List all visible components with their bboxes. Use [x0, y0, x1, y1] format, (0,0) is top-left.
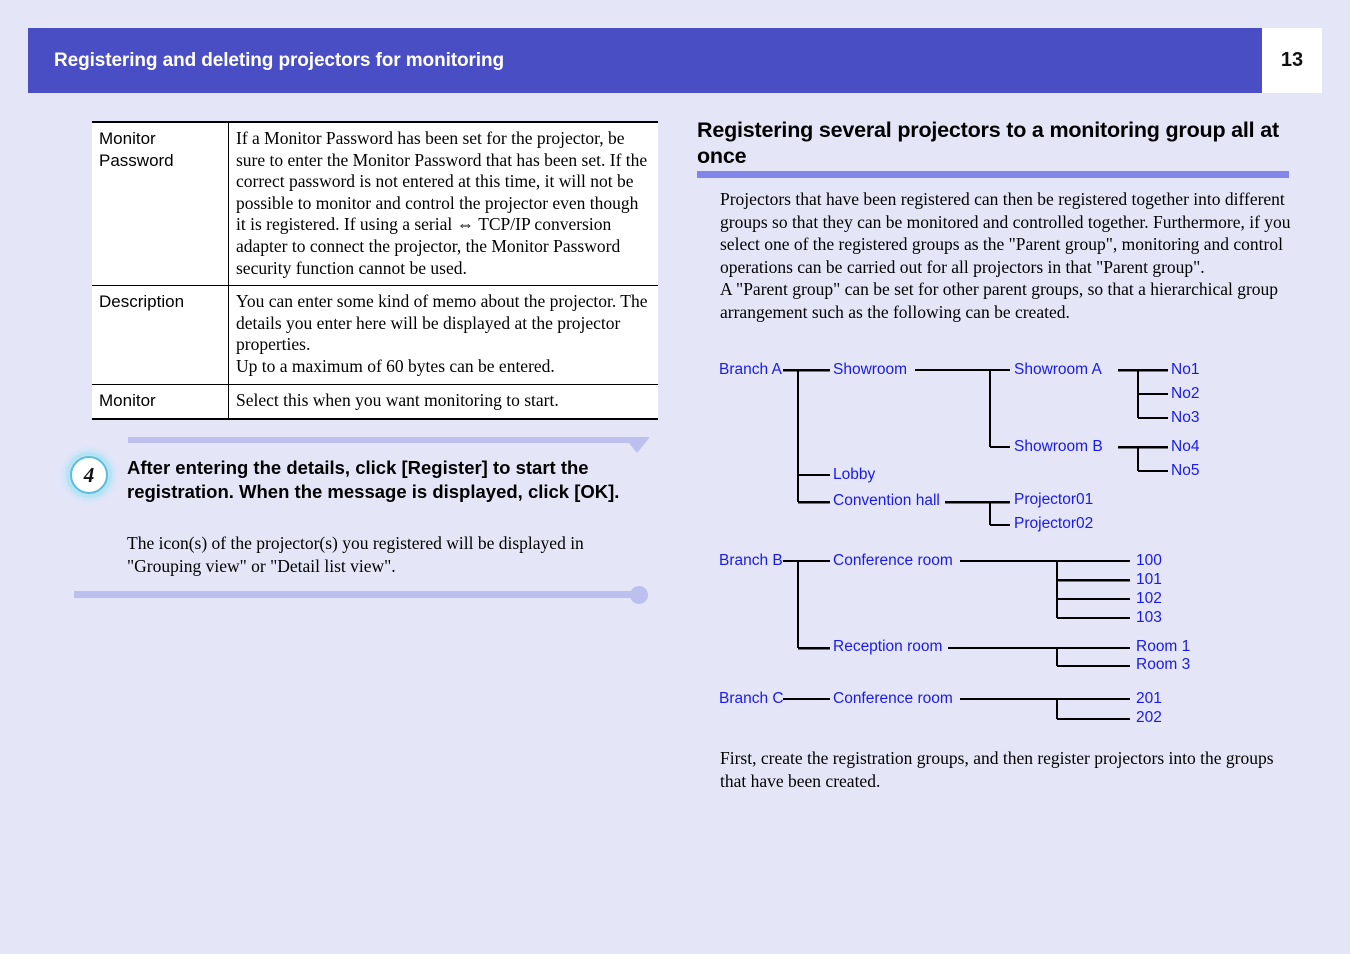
section-title-rule — [697, 171, 1289, 178]
tree-node-101: 101 — [1136, 571, 1162, 588]
section-paragraph-outro: First, create the registration groups, a… — [720, 748, 1274, 791]
tree-node-showroom: Showroom — [833, 361, 908, 378]
section-paragraph-intro: Projectors that have been registered can… — [720, 189, 1291, 322]
step-heading: After entering the details, click [Regis… — [127, 457, 620, 502]
tree-node-projector02: Projector02 — [1014, 515, 1094, 532]
tree-node-showroom-a: Showroom A — [1014, 361, 1102, 378]
table-cell-description: If a Monitor Password has been set for t… — [228, 121, 658, 287]
step-divider-bottom — [74, 591, 639, 598]
tree-node-branch-b: Branch B — [719, 552, 783, 569]
tree-node-no3: No3 — [1171, 409, 1200, 426]
step-body-text: The icon(s) of the projector(s) you regi… — [127, 533, 584, 576]
table-row: Description You can enter some kind of m… — [92, 285, 658, 385]
tree-node-branch-c: Branch C — [719, 690, 784, 707]
table-cell-description: Select this when you want monitoring to … — [228, 383, 658, 420]
step-divider-top — [128, 437, 636, 443]
tree-node-showroom-b: Showroom B — [1014, 438, 1103, 455]
table-cell-label: Description — [92, 285, 229, 385]
tree-node-room-1: Room 1 — [1136, 638, 1191, 655]
section-title: Registering several projectors to a moni… — [697, 118, 1279, 168]
tree-node-lobby: Lobby — [833, 466, 876, 483]
step-divider-arrow-icon — [624, 437, 650, 453]
tree-node-100: 100 — [1136, 552, 1162, 569]
step-number-badge-inner: 4 — [70, 456, 108, 494]
tree-node-reception-room: Reception room — [833, 638, 943, 655]
table-row: Monitor Password If a Monitor Password h… — [92, 121, 658, 287]
step-number-badge: 4 — [66, 452, 112, 498]
table-row: Monitor Select this when you want monito… — [92, 383, 658, 420]
tree-node-no1: No1 — [1171, 361, 1200, 378]
tree-node-branch-a: Branch A — [719, 361, 782, 378]
tree-node-room-3: Room 3 — [1136, 656, 1191, 673]
tree-node-no5: No5 — [1171, 462, 1200, 479]
tree-node-conference-room-c: Conference room — [833, 690, 953, 707]
tree-node-102: 102 — [1136, 590, 1162, 607]
table-cell-description: You can enter some kind of memo about th… — [228, 285, 658, 385]
tree-node-convention-hall: Convention hall — [833, 492, 940, 509]
step-divider-dot-icon — [630, 586, 648, 604]
right-column: Registering several projectors to a moni… — [690, 0, 1350, 954]
tree-node-no4: No4 — [1171, 438, 1200, 455]
tree-node-103: 103 — [1136, 609, 1162, 626]
tree-node-201: 201 — [1136, 690, 1162, 707]
table-cell-label: Monitor Password — [92, 121, 229, 287]
tree-node-202: 202 — [1136, 709, 1162, 726]
left-column: Monitor Password If a Monitor Password h… — [0, 0, 690, 954]
tree-node-projector01: Projector01 — [1014, 491, 1094, 508]
step-number-label: 4 — [83, 462, 95, 487]
table-cell-label: Monitor — [92, 383, 229, 420]
settings-description-table: Monitor Password If a Monitor Password h… — [92, 121, 658, 420]
tree-node-conference-room-b: Conference room — [833, 552, 953, 569]
tree-node-no2: No2 — [1171, 385, 1200, 402]
